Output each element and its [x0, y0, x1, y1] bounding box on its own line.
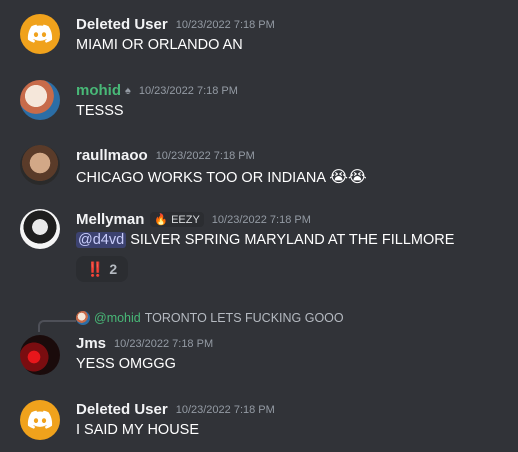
- message-text: MIAMI OR ORLANDO AN: [76, 37, 243, 53]
- reply-connector: [38, 320, 76, 332]
- username[interactable]: Deleted User: [76, 401, 168, 418]
- timestamp: 10/23/2022 7:18 PM: [175, 403, 275, 416]
- username[interactable]: raullmaoo: [76, 147, 148, 164]
- message-header: mohid ♠ 10/23/2022 7:18 PM: [76, 82, 238, 99]
- message-text: CHICAGO WORKS TOO OR INDIANA 😭😭: [76, 167, 367, 187]
- flame-icon: 🔥: [154, 214, 169, 226]
- message-text-content: SILVER SPRING MARYLAND AT THE FILLMORE: [130, 232, 455, 248]
- message-header: Jms 10/23/2022 7:18 PM: [76, 335, 213, 352]
- reaction-count: 2: [109, 261, 118, 277]
- server-tag[interactable]: 🔥 EEZY: [150, 212, 204, 227]
- timestamp: 10/23/2022 7:18 PM: [211, 213, 311, 226]
- server-tag-label: EEZY: [171, 213, 200, 226]
- reply-avatar: [76, 311, 90, 325]
- message-header: Deleted User 10/23/2022 7:18 PM: [76, 16, 275, 33]
- avatar[interactable]: [20, 335, 60, 375]
- message-text: I SAID MY HOUSE: [76, 422, 200, 438]
- reaction-button[interactable]: ‼️ 2: [76, 256, 128, 282]
- username[interactable]: Deleted User: [76, 16, 168, 33]
- message-header: raullmaoo 10/23/2022 7:18 PM: [76, 147, 255, 164]
- timestamp: 10/23/2022 7:18 PM: [175, 18, 275, 31]
- message-header: Deleted User 10/23/2022 7:18 PM: [76, 401, 275, 418]
- user-mention[interactable]: @d4vd: [76, 232, 127, 248]
- timestamp: 10/23/2022 7:18 PM: [155, 149, 255, 162]
- discord-logo-icon: [27, 24, 53, 43]
- avatar[interactable]: [20, 145, 60, 185]
- username[interactable]: Jms: [76, 335, 106, 352]
- reply-username[interactable]: @mohid: [94, 311, 141, 325]
- reply-preview[interactable]: @mohid TORONTO LETS FUCKING GOOO: [76, 311, 344, 325]
- message-text-content: CHICAGO WORKS TOO OR INDIANA: [76, 170, 326, 186]
- avatar[interactable]: [20, 80, 60, 120]
- message-header: Mellyman 🔥 EEZY 10/23/2022 7:18 PM: [76, 211, 311, 228]
- message-text: YESS OMGGG: [76, 356, 176, 372]
- timestamp: 10/23/2022 7:18 PM: [138, 84, 238, 97]
- username[interactable]: Mellyman: [76, 211, 144, 228]
- avatar[interactable]: [20, 209, 60, 249]
- message-text: TESSS: [76, 103, 124, 119]
- discord-logo-icon: [27, 410, 53, 429]
- message-text: @d4vd SILVER SPRING MARYLAND AT THE FILL…: [76, 232, 454, 248]
- role-icon: ♠: [125, 84, 131, 97]
- crying-emoji-icon: 😭😭: [329, 169, 367, 186]
- reply-text: TORONTO LETS FUCKING GOOO: [144, 311, 344, 325]
- avatar[interactable]: [20, 400, 60, 440]
- double-exclamation-icon: ‼️: [86, 260, 104, 277]
- avatar[interactable]: [20, 14, 60, 54]
- timestamp: 10/23/2022 7:18 PM: [114, 337, 214, 350]
- username[interactable]: mohid: [76, 82, 121, 99]
